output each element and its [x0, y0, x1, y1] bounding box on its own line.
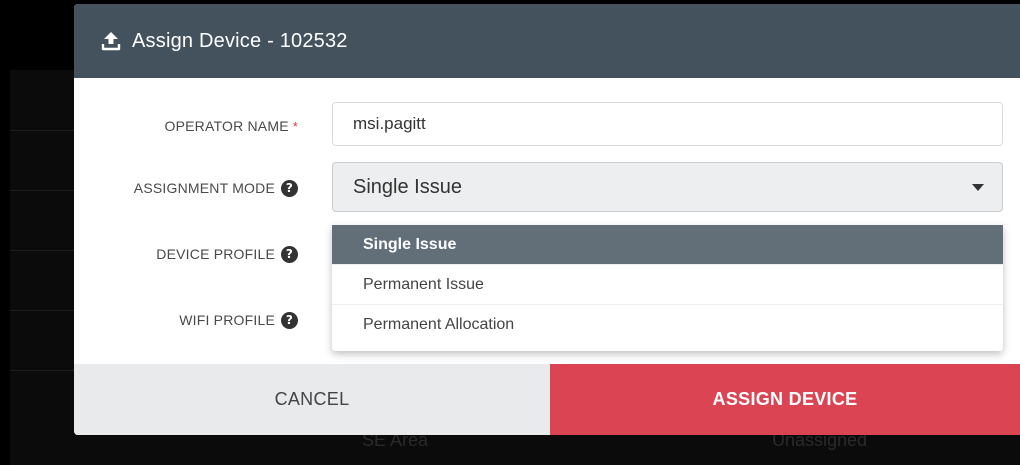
- modal-header: Assign Device - 102532: [74, 4, 1020, 78]
- assignment-mode-label-text: ASSIGNMENT MODE: [133, 180, 275, 196]
- upload-icon: [101, 32, 121, 51]
- assign-device-button[interactable]: ASSIGN DEVICE: [550, 364, 1020, 435]
- option-permanent-allocation[interactable]: Permanent Allocation: [332, 305, 1003, 345]
- modal-title: Assign Device - 102532: [132, 29, 348, 52]
- caret-down-icon: [972, 184, 984, 191]
- modal-footer: CANCEL ASSIGN DEVICE: [74, 364, 1020, 435]
- assignment-mode-select[interactable]: Single Issue: [332, 162, 1003, 212]
- assignment-mode-label: ASSIGNMENT MODE ?: [74, 178, 298, 198]
- required-mark: *: [292, 118, 298, 134]
- assignment-mode-dropdown: Single Issue Permanent Issue Permanent A…: [332, 225, 1003, 351]
- help-icon[interactable]: ?: [281, 311, 298, 329]
- option-permanent-issue[interactable]: Permanent Issue: [332, 265, 1003, 305]
- wifi-profile-label-text: WIFI PROFILE: [179, 312, 275, 328]
- option-single-issue[interactable]: Single Issue: [332, 225, 1003, 265]
- operator-name-label: OPERATOR NAME *: [74, 116, 298, 136]
- help-icon[interactable]: ?: [281, 245, 298, 263]
- assignment-mode-value: Single Issue: [353, 176, 462, 198]
- operator-name-input[interactable]: msi.pagitt: [332, 102, 1003, 146]
- cancel-button[interactable]: CANCEL: [74, 364, 550, 435]
- wifi-profile-label: WIFI PROFILE ?: [74, 310, 298, 330]
- screen: SE Area Unassigned Assign Device - 10253…: [0, 0, 1020, 465]
- device-profile-label: DEVICE PROFILE ?: [74, 244, 298, 264]
- operator-name-label-text: OPERATOR NAME: [164, 118, 289, 134]
- assign-device-modal: Assign Device - 102532 OPERATOR NAME * m…: [74, 4, 1020, 435]
- help-icon[interactable]: ?: [281, 179, 298, 197]
- device-profile-label-text: DEVICE PROFILE: [156, 246, 275, 262]
